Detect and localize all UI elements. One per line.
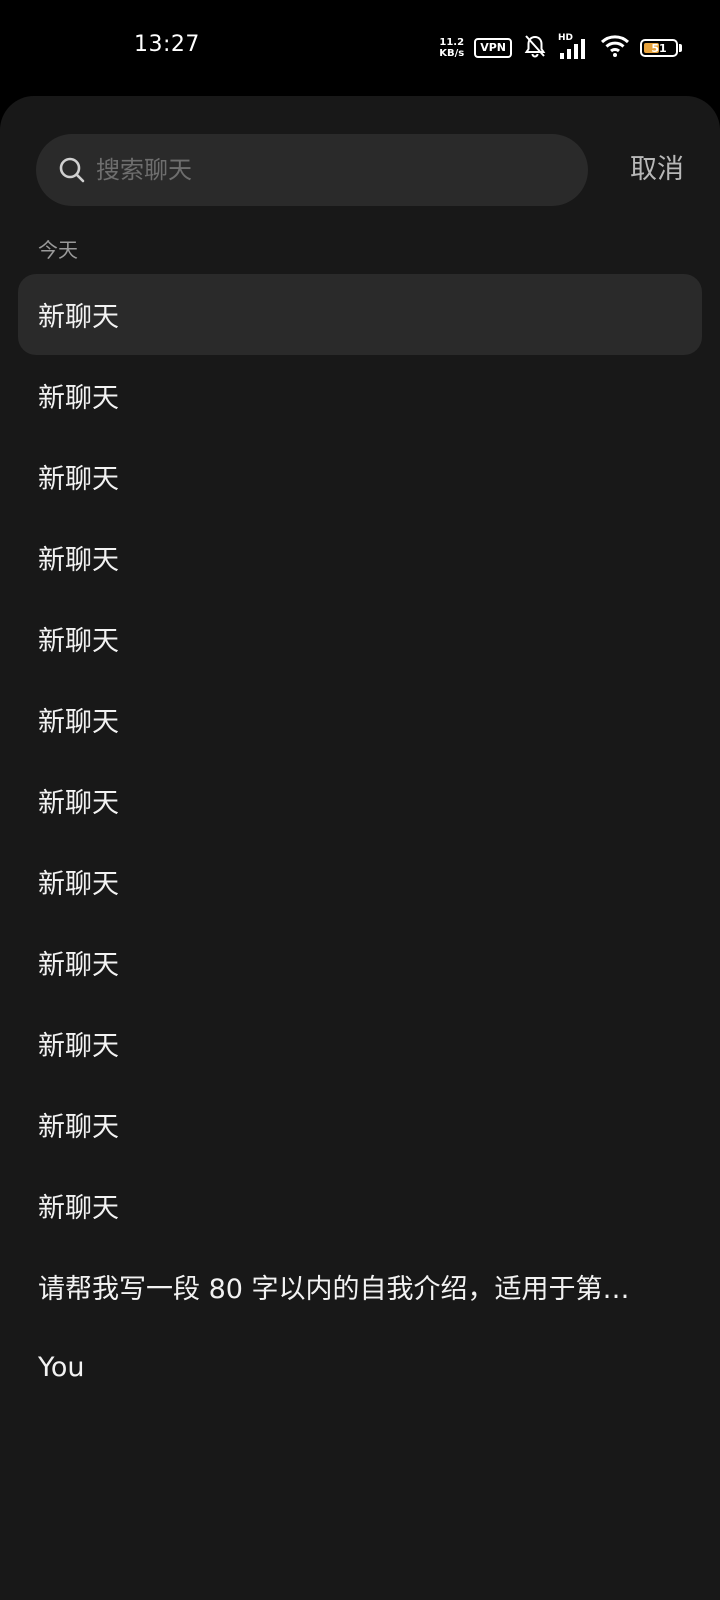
chat-list-item[interactable]: 新聊天 xyxy=(18,517,702,598)
chat-title: 新聊天 xyxy=(38,950,119,981)
battery-cap xyxy=(679,44,682,52)
chat-list-item[interactable]: 新聊天 xyxy=(18,1165,702,1246)
chat-list: 新聊天 新聊天 新聊天 新聊天 新聊天 新聊天 新聊天 新聊天 新聊天 新聊天 新聊天 新聊天 请帮我写… xyxy=(0,274,720,1408)
chat-list-item[interactable]: 新聊天 xyxy=(18,274,702,355)
chat-list-item[interactable]: 新聊天 xyxy=(18,679,702,760)
chat-list-item[interactable]: 新聊天 xyxy=(18,1003,702,1084)
battery-icon: 51 xyxy=(640,39,682,57)
cell-signal-icon: HD xyxy=(558,33,590,61)
chat-list-item[interactable]: 新聊天 xyxy=(18,355,702,436)
chat-title: 新聊天 xyxy=(38,869,119,900)
chat-title: 新聊天 xyxy=(38,464,119,495)
battery-body: 51 xyxy=(640,39,678,57)
chat-title: 新聊天 xyxy=(38,1193,119,1224)
chat-title: 新聊天 xyxy=(38,626,119,657)
search-row: 取消 xyxy=(36,134,684,206)
cancel-button[interactable]: 取消 xyxy=(630,134,684,206)
chat-title: 新聊天 xyxy=(38,707,119,738)
status-time: 13:27 xyxy=(134,32,200,57)
chat-list-item[interactable]: You xyxy=(18,1327,702,1408)
chat-title: 新聊天 xyxy=(38,302,119,333)
search-box[interactable] xyxy=(36,134,588,206)
status-bar: 13:27 11.2 KB/s VPN HD 51 xyxy=(0,0,720,96)
chat-title: 新聊天 xyxy=(38,1031,119,1062)
chat-list-item[interactable]: 新聊天 xyxy=(18,1084,702,1165)
status-icons: 11.2 KB/s VPN HD 51 xyxy=(439,33,682,63)
chat-title: 请帮我写一段 80 字以内的自我介绍，适用于第… xyxy=(38,1274,630,1305)
network-speed: 11.2 KB/s xyxy=(439,37,464,59)
chat-list-item[interactable]: 新聊天 xyxy=(18,841,702,922)
chat-list-item[interactable]: 新聊天 xyxy=(18,922,702,1003)
chat-title: 新聊天 xyxy=(38,545,119,576)
search-icon xyxy=(58,156,86,184)
chat-list-item[interactable]: 新聊天 xyxy=(18,760,702,841)
chat-list-item[interactable]: 新聊天 xyxy=(18,598,702,679)
wifi-icon xyxy=(600,34,630,62)
section-header-today: 今天 xyxy=(38,238,78,262)
chat-list-item[interactable]: 请帮我写一段 80 字以内的自我介绍，适用于第… xyxy=(18,1246,702,1327)
chat-title: You xyxy=(38,1352,85,1383)
chat-title: 新聊天 xyxy=(38,383,119,414)
chat-title: 新聊天 xyxy=(38,788,119,819)
network-speed-unit: KB/s xyxy=(439,48,465,59)
chat-search-sheet: 取消 今天 新聊天新聊天新聊天新聊天新聊天新聊天新聊天新聊天新聊天新聊天新聊天新… xyxy=(0,96,720,1600)
battery-level: 51 xyxy=(651,41,667,55)
chat-list-item[interactable]: 新聊天 xyxy=(18,436,702,517)
chat-title: 新聊天 xyxy=(38,1112,119,1143)
vpn-icon: VPN xyxy=(474,38,512,58)
network-speed-value: 11.2 xyxy=(439,37,465,48)
search-input[interactable] xyxy=(96,156,588,184)
bell-muted-icon xyxy=(522,33,548,63)
